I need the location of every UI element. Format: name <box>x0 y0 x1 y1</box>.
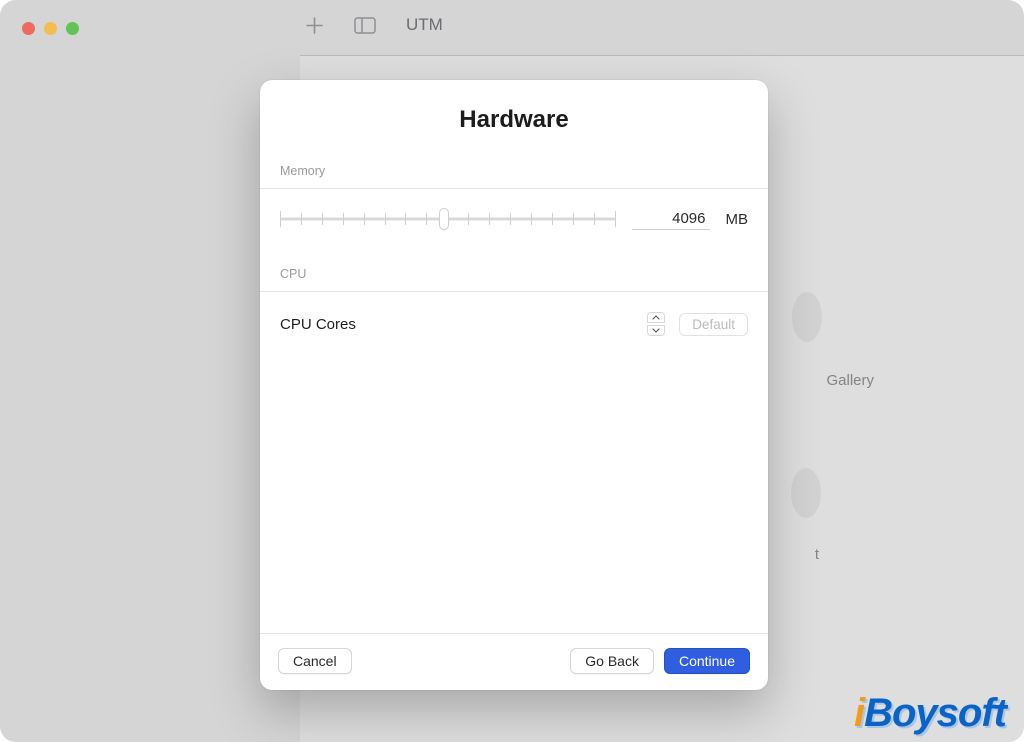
slider-tick <box>573 213 574 225</box>
slider-tick <box>364 213 365 225</box>
plus-icon[interactable] <box>305 16 324 35</box>
modal-footer: Cancel Go Back Continue <box>260 633 768 690</box>
slider-tick <box>426 213 427 225</box>
modal-title: Hardware <box>260 106 768 134</box>
slider-tick <box>510 213 511 225</box>
sidebar-toggle-icon[interactable] <box>354 17 376 34</box>
memory-input[interactable] <box>632 208 710 230</box>
cancel-button[interactable]: Cancel <box>278 648 352 674</box>
cpu-row: CPU Cores Default <box>280 312 748 336</box>
memory-unit: MB <box>726 211 749 228</box>
slider-tick <box>468 213 469 225</box>
stepper-down-button[interactable] <box>647 325 665 336</box>
slider-tick <box>489 213 490 225</box>
cpu-section-label: CPU <box>280 267 748 281</box>
slider-tick <box>301 213 302 225</box>
bg-truncated-text: t <box>815 546 819 563</box>
toolbar: UTM <box>0 0 1024 55</box>
minimize-window-button[interactable] <box>44 22 57 35</box>
slider-thumb[interactable] <box>439 208 449 230</box>
stepper-up-button[interactable] <box>647 312 665 323</box>
memory-row: MB <box>280 207 748 231</box>
sidebar-background <box>0 0 300 742</box>
gallery-label: Gallery <box>826 372 874 389</box>
memory-section-label: Memory <box>280 164 748 178</box>
slider-tick <box>343 213 344 225</box>
window-controls <box>22 22 79 35</box>
cpu-cores-stepper[interactable] <box>647 312 665 336</box>
slider-tick <box>552 213 553 225</box>
modal-body: Memory MB CPU CPU Cores <box>260 164 768 633</box>
toolbar-icons: UTM <box>305 15 443 35</box>
hardware-modal: Hardware Memory MB CPU CPU Cores <box>260 80 768 690</box>
memory-slider[interactable] <box>280 207 616 231</box>
slider-tick <box>280 211 281 227</box>
section-divider <box>260 291 768 292</box>
slider-tick <box>385 213 386 225</box>
cpu-default-button[interactable]: Default <box>679 313 748 336</box>
continue-button[interactable]: Continue <box>664 648 750 674</box>
fullscreen-window-button[interactable] <box>66 22 79 35</box>
slider-tick <box>531 213 532 225</box>
bg-shape <box>792 292 822 342</box>
close-window-button[interactable] <box>22 22 35 35</box>
toolbar-divider <box>300 55 1024 56</box>
slider-tick <box>405 213 406 225</box>
slider-tick <box>594 213 595 225</box>
app-title: UTM <box>406 15 443 35</box>
slider-tick <box>322 213 323 225</box>
section-divider <box>260 188 768 189</box>
bg-shape <box>791 468 821 518</box>
slider-tick <box>615 211 616 227</box>
go-back-button[interactable]: Go Back <box>570 648 654 674</box>
watermark-logo: iBoysoft <box>854 691 1006 736</box>
app-window: UTM Gallery t Hardware Memory MB CPU <box>0 0 1024 742</box>
cpu-cores-label: CPU Cores <box>280 316 356 333</box>
